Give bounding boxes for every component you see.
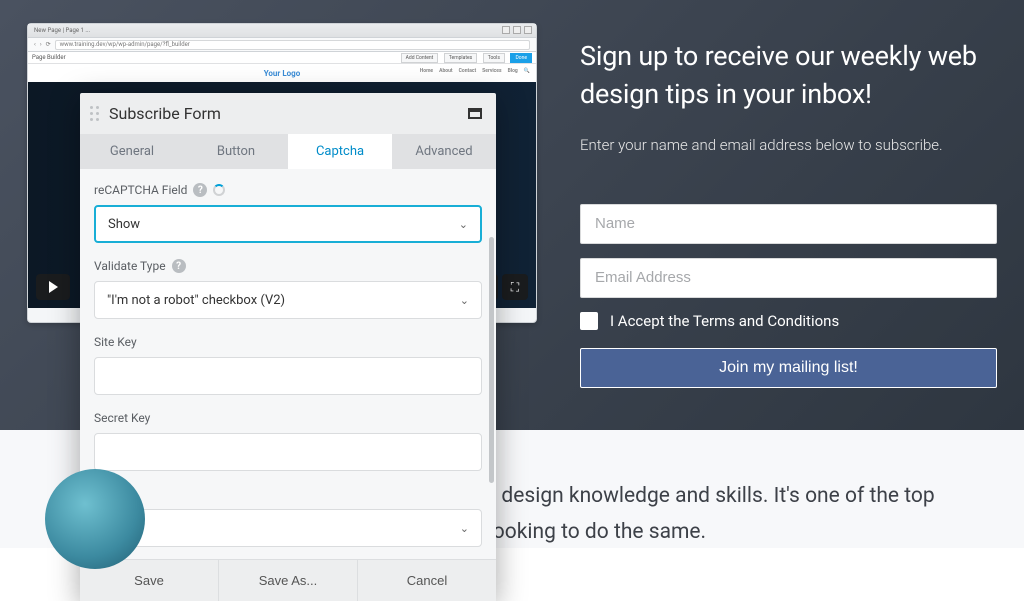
validate-label-text: Validate Type bbox=[94, 259, 166, 273]
window-controls bbox=[502, 26, 532, 34]
site-key-input[interactable] bbox=[94, 357, 482, 395]
email-input[interactable] bbox=[580, 258, 997, 298]
chevron-down-icon: ⌄ bbox=[460, 294, 469, 307]
modal-title: Subscribe Form bbox=[109, 104, 468, 123]
terms-row: I Accept the Terms and Conditions bbox=[580, 312, 1000, 330]
browser-tabbar: New Page | Page 1 ... bbox=[28, 24, 536, 38]
browser-addressbar: ‹ › ⟳ www.training.dev/wp/wp-admin/page/… bbox=[28, 38, 536, 52]
terms-label: I Accept the Terms and Conditions bbox=[610, 312, 839, 330]
maximize-icon[interactable] bbox=[513, 26, 521, 34]
site-key-label: Site Key bbox=[94, 335, 482, 349]
url-field[interactable]: www.training.dev/wp/wp-admin/page/?fl_bu… bbox=[55, 40, 530, 50]
site-nav: Home About Contact Services Blog 🔍 bbox=[420, 68, 530, 74]
minimize-icon[interactable] bbox=[502, 26, 510, 34]
nav-services[interactable]: Services bbox=[482, 68, 501, 74]
nav-contact[interactable]: Contact bbox=[459, 68, 477, 74]
tab-general[interactable]: General bbox=[80, 134, 184, 169]
modal-header: Subscribe Form bbox=[80, 93, 496, 134]
terms-checkbox[interactable] bbox=[580, 312, 598, 330]
theme-label: Theme bbox=[94, 487, 482, 501]
play-icon[interactable] bbox=[36, 274, 70, 300]
expand-icon[interactable] bbox=[468, 108, 482, 119]
recaptcha-label-text: reCAPTCHA Field bbox=[94, 183, 187, 197]
theme-select[interactable]: Light ⌄ bbox=[94, 509, 482, 547]
nav-home[interactable]: Home bbox=[420, 68, 433, 74]
pb-templates[interactable]: Templates bbox=[444, 53, 477, 63]
site-key-label-text: Site Key bbox=[94, 335, 137, 349]
page-builder-actions: Add Content Templates Tools Done bbox=[397, 54, 532, 61]
search-icon[interactable]: 🔍 bbox=[524, 68, 530, 74]
modal-panel: reCAPTCHA Field ? Show ⌄ Validate Type ?… bbox=[80, 169, 496, 559]
chevron-down-icon: ⌄ bbox=[459, 218, 468, 231]
site-logo: Your Logo bbox=[264, 69, 301, 78]
name-input[interactable] bbox=[580, 204, 997, 244]
validate-type-label: Validate Type ? bbox=[94, 259, 482, 273]
pb-tools[interactable]: Tools bbox=[483, 53, 505, 63]
validate-type-value: "I'm not a robot" checkbox (V2) bbox=[107, 293, 285, 308]
validate-type-select[interactable]: "I'm not a robot" checkbox (V2) ⌄ bbox=[94, 281, 482, 319]
recaptcha-field-value: Show bbox=[108, 217, 140, 232]
modal-tabs: General Button Captcha Advanced bbox=[80, 134, 496, 169]
drag-handle-icon[interactable] bbox=[90, 106, 99, 121]
help-icon[interactable]: ? bbox=[172, 259, 186, 273]
site-header: Your Logo Home About Contact Services Bl… bbox=[28, 64, 536, 82]
signup-subtitle: Enter your name and email address below … bbox=[580, 136, 1000, 154]
chevron-down-icon: ⌄ bbox=[460, 522, 469, 535]
nav-about[interactable]: About bbox=[439, 68, 453, 74]
recaptcha-field-select[interactable]: Show ⌄ bbox=[94, 205, 482, 243]
fullscreen-icon[interactable]: ⛶ bbox=[502, 274, 528, 300]
scrollbar-thumb[interactable] bbox=[489, 237, 494, 483]
page-builder-label: Page Builder bbox=[32, 54, 66, 61]
reload-icon[interactable]: ⟳ bbox=[46, 41, 51, 48]
tab-captcha[interactable]: Captcha bbox=[288, 134, 392, 169]
forward-icon[interactable]: › bbox=[40, 41, 42, 48]
loading-spinner-icon bbox=[213, 184, 225, 196]
page-builder-bar: Page Builder Add Content Templates Tools… bbox=[28, 52, 536, 64]
tab-button[interactable]: Button bbox=[184, 134, 288, 169]
save-as-button[interactable]: Save As... bbox=[218, 560, 357, 601]
signup-heading: Sign up to receive our weekly web design… bbox=[580, 38, 1000, 114]
recaptcha-field-label: reCAPTCHA Field ? bbox=[94, 183, 482, 197]
secret-key-label-text: Secret Key bbox=[94, 411, 150, 425]
signup-block: Sign up to receive our weekly web design… bbox=[580, 38, 1000, 388]
back-icon[interactable]: ‹ bbox=[34, 41, 36, 48]
join-button[interactable]: Join my mailing list! bbox=[580, 348, 997, 388]
close-icon[interactable] bbox=[524, 26, 532, 34]
pb-done[interactable]: Done bbox=[510, 53, 532, 63]
secret-key-label: Secret Key bbox=[94, 411, 482, 425]
secret-key-input[interactable] bbox=[94, 433, 482, 471]
cancel-button[interactable]: Cancel bbox=[357, 560, 496, 601]
help-icon[interactable]: ? bbox=[193, 183, 207, 197]
pb-add-content[interactable]: Add Content bbox=[401, 53, 439, 63]
tab-advanced[interactable]: Advanced bbox=[392, 134, 496, 169]
testimonial-avatar bbox=[45, 469, 145, 569]
nav-blog[interactable]: Blog bbox=[508, 68, 518, 74]
modal-footer: Save Save As... Cancel bbox=[80, 559, 496, 601]
browser-tab-title: New Page | Page 1 ... bbox=[34, 27, 90, 34]
